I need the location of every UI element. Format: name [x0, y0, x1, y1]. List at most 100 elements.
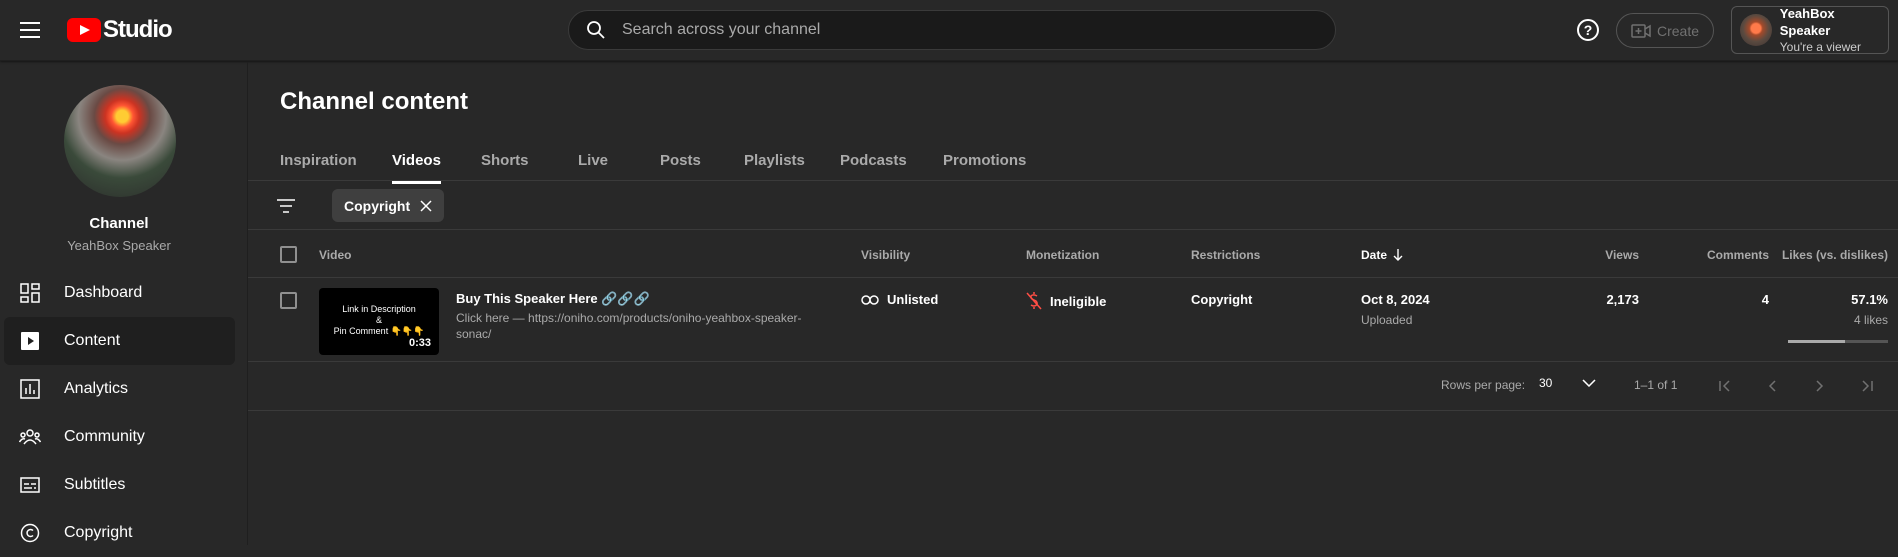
- youtube-play-icon: [67, 18, 101, 42]
- studio-logo[interactable]: Studio: [67, 15, 173, 45]
- sidebar-item-analytics[interactable]: Analytics: [4, 365, 235, 413]
- tab-promotions[interactable]: Promotions: [943, 152, 1026, 169]
- table-row[interactable]: Link in Description & Pin Comment 👇👇👇 0:…: [248, 279, 1898, 362]
- filter-chip-copyright[interactable]: Copyright: [332, 189, 445, 222]
- channel-name: YeahBox Speaker: [67, 238, 171, 253]
- logo-text: Studio: [103, 16, 173, 43]
- date-status: Uploaded: [1361, 313, 1413, 327]
- help-icon[interactable]: ?: [1577, 19, 1599, 41]
- content-icon: [18, 329, 42, 353]
- video-thumbnail[interactable]: Link in Description & Pin Comment 👇👇👇 0:…: [319, 288, 439, 355]
- video-plus-icon: [1631, 23, 1651, 38]
- pagination: Rows per page: 30 1–1 of 1: [248, 363, 1898, 411]
- tab-videos[interactable]: Videos: [392, 152, 441, 184]
- copyright-icon: [18, 521, 42, 545]
- sidebar-item-label: Community: [64, 428, 145, 445]
- likes-percent: 57.1%: [1851, 292, 1888, 307]
- tab-live[interactable]: Live: [578, 152, 608, 169]
- sidebar-item-label: Copyright: [64, 524, 133, 541]
- monetization-value: Ineligible: [1050, 293, 1107, 309]
- analytics-icon: [18, 377, 42, 401]
- next-page-icon[interactable]: [1810, 376, 1830, 396]
- sidebar-item-community[interactable]: Community: [4, 413, 235, 461]
- top-bar: Studio ? Create YeahBox Speaker You're a…: [0, 0, 1898, 61]
- tab-playlists[interactable]: Playlists: [744, 152, 805, 169]
- sidebar-item-label: Dashboard: [64, 284, 143, 301]
- col-likes[interactable]: Likes (vs. dislikes): [1782, 248, 1888, 262]
- community-icon: [18, 425, 42, 449]
- account-name: YeahBox Speaker: [1779, 5, 1835, 38]
- sidebar-item-dashboard[interactable]: Dashboard: [4, 269, 235, 317]
- last-page-icon[interactable]: [1857, 376, 1877, 396]
- rows-per-page-select[interactable]: 30: [1539, 376, 1596, 390]
- dashboard-icon: [18, 281, 42, 305]
- hamburger-menu-icon[interactable]: [16, 16, 44, 44]
- account-switcher[interactable]: YeahBox Speaker You're a viewer: [1731, 6, 1889, 54]
- chevron-down-icon: [1582, 379, 1596, 387]
- col-visibility[interactable]: Visibility: [861, 248, 910, 262]
- table-header: Video Visibility Monetization Restrictio…: [248, 230, 1898, 278]
- thumb-text-line: Link in Description: [342, 304, 416, 314]
- filter-bar: Copyright: [248, 182, 1898, 230]
- sidebar: Channel YeahBox Speaker Dashboard Conten…: [0, 62, 248, 545]
- col-date[interactable]: Date: [1361, 248, 1403, 262]
- link-icon: [861, 294, 879, 305]
- prev-page-icon[interactable]: [1762, 376, 1782, 396]
- arrow-down-icon: [1393, 249, 1403, 261]
- search-input[interactable]: [622, 21, 1302, 39]
- tab-podcasts[interactable]: Podcasts: [840, 152, 907, 169]
- sidebar-item-content[interactable]: Content: [4, 317, 235, 365]
- col-monetization[interactable]: Monetization: [1026, 248, 1099, 262]
- tab-inspiration[interactable]: Inspiration: [280, 152, 357, 169]
- sidebar-item-subtitles[interactable]: Subtitles: [4, 461, 235, 509]
- tab-posts[interactable]: Posts: [660, 152, 701, 169]
- sidebar-item-copyright[interactable]: Copyright: [4, 509, 235, 557]
- subtitles-icon: [18, 473, 42, 497]
- video-duration: 0:33: [408, 337, 431, 349]
- thumb-text-line: &: [375, 315, 382, 325]
- account-avatar: [1740, 14, 1772, 46]
- rows-per-page-value: 30: [1539, 376, 1553, 390]
- monetization-off-icon: [1026, 292, 1042, 310]
- sidebar-item-label: Subtitles: [64, 476, 126, 493]
- col-date-label: Date: [1361, 248, 1388, 262]
- thumb-text-line: Pin Comment 👇👇👇: [333, 326, 425, 336]
- video-title[interactable]: Buy This Speaker Here 🔗🔗🔗: [456, 291, 650, 307]
- tab-shorts[interactable]: Shorts: [481, 152, 529, 169]
- video-description: Click here — https://oniho.com/products/…: [456, 311, 802, 341]
- page-range: 1–1 of 1: [1634, 378, 1678, 392]
- col-restrictions[interactable]: Restrictions: [1191, 248, 1260, 262]
- comments-value: 4: [1761, 292, 1769, 307]
- create-button[interactable]: Create: [1616, 13, 1714, 48]
- filter-chip-label: Copyright: [344, 197, 411, 214]
- col-video: Video: [319, 248, 352, 262]
- account-role: You're a viewer: [1779, 39, 1861, 54]
- likes-bar-fill: [1788, 340, 1846, 343]
- date-value: Oct 8, 2024: [1361, 292, 1430, 307]
- restrictions-value[interactable]: Copyright: [1191, 292, 1252, 307]
- monetization-cell[interactable]: Ineligible: [1026, 292, 1106, 310]
- likes-count: 4 likes: [1853, 313, 1888, 327]
- likes-bar: [1788, 340, 1888, 343]
- col-comments[interactable]: Comments: [1707, 248, 1769, 262]
- sidebar-item-label: Analytics: [64, 380, 129, 397]
- sidebar-item-label: Content: [64, 332, 121, 349]
- first-page-icon[interactable]: [1715, 376, 1735, 396]
- search-bar[interactable]: [568, 10, 1336, 50]
- content-tabs: Inspiration Videos Shorts Live Posts Pla…: [248, 138, 1898, 184]
- page-title: Channel content: [280, 88, 469, 115]
- visibility-cell[interactable]: Unlisted: [861, 292, 938, 307]
- channel-label: Channel: [89, 215, 149, 232]
- create-label: Create: [1656, 22, 1700, 39]
- search-icon: [587, 21, 605, 39]
- close-icon[interactable]: [420, 199, 432, 212]
- select-all-checkbox[interactable]: [280, 246, 297, 263]
- row-checkbox[interactable]: [280, 292, 297, 309]
- filter-icon[interactable]: [277, 199, 295, 213]
- rows-per-page-label: Rows per page:: [1441, 378, 1526, 392]
- channel-avatar[interactable]: [64, 85, 176, 197]
- visibility-value: Unlisted: [887, 292, 939, 307]
- col-views[interactable]: Views: [1605, 248, 1639, 262]
- views-value: 2,173: [1606, 292, 1639, 307]
- main-content: Channel content Inspiration Videos Short…: [248, 62, 1898, 545]
